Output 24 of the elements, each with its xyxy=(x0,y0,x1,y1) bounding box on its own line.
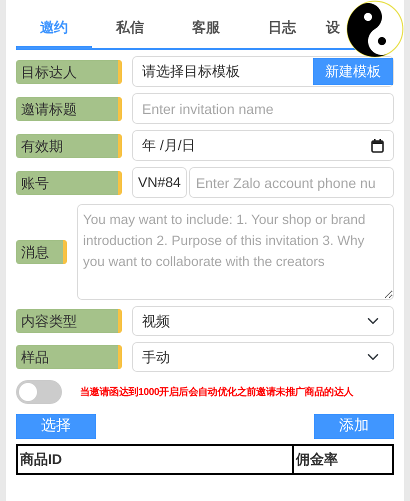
toggle-switch[interactable] xyxy=(16,380,62,404)
title-field[interactable]: Enter invitation name xyxy=(132,93,394,124)
column-header: 商品ID xyxy=(17,445,293,474)
field-label: 有效期 xyxy=(16,134,122,158)
phone-prefix: VN#84 xyxy=(132,167,187,198)
select-field[interactable]: 视频 xyxy=(132,306,394,336)
phone-field[interactable]: Enter Zalo account phone nu xyxy=(188,167,394,198)
calendar-icon[interactable] xyxy=(371,138,384,152)
select-field[interactable]: 手动 xyxy=(132,342,394,372)
hint-text: 当邀请函达到1000开启后会自动优化之前邀请未推广商品的达人 xyxy=(80,385,354,400)
field-label: 账号 xyxy=(16,170,122,194)
tab[interactable]: 设 xyxy=(320,8,340,50)
message-field[interactable]: You may want to include: 1. Your shop or brand introduction 2. Purpose of this invitation 3. Why you want to collaborate with the creators xyxy=(77,204,394,300)
field-label: 样品 xyxy=(16,345,122,369)
field-label: 内容类型 xyxy=(16,309,122,333)
column-header: 佣金率 xyxy=(293,445,393,474)
tab[interactable]: 日志 xyxy=(244,8,320,50)
field-label: 目标达人 xyxy=(16,60,122,84)
tab[interactable]: 私信 xyxy=(92,8,168,50)
date-value[interactable]: 年 /月/日 xyxy=(142,135,196,156)
yin-yang-icon[interactable] xyxy=(346,0,404,58)
field-label: 消息 xyxy=(16,240,67,264)
field-label: 邀请标题 xyxy=(16,96,122,120)
tab[interactable]: 客服 xyxy=(168,8,244,50)
